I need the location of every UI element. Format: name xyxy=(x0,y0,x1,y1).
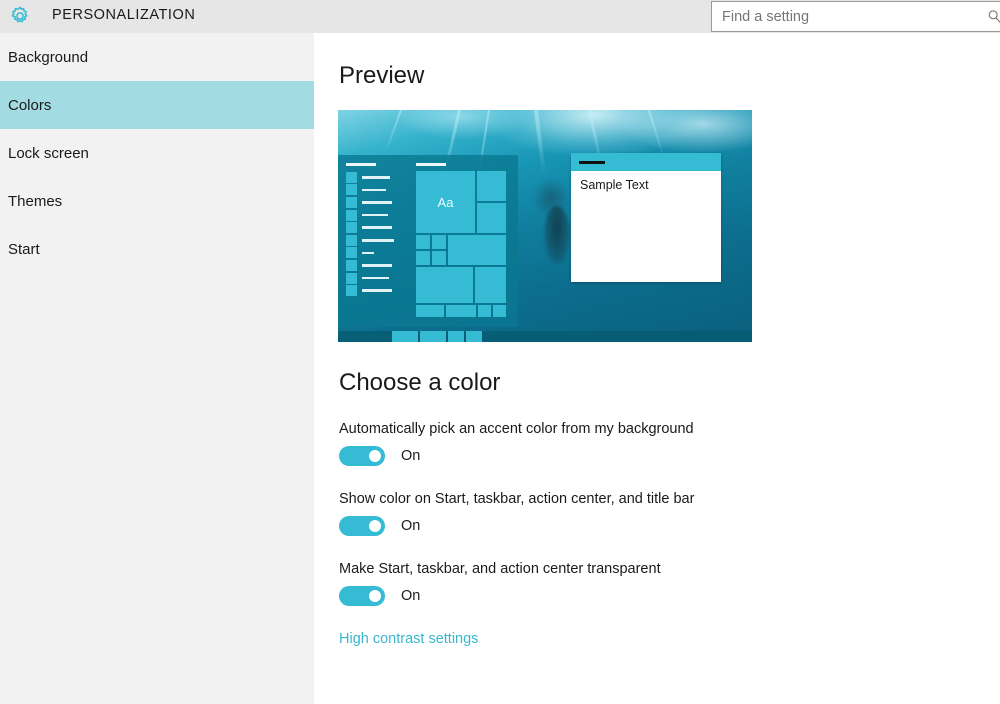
start-tile xyxy=(432,235,446,249)
app-list-item xyxy=(346,184,408,197)
sidebar-item-label: Themes xyxy=(8,192,63,210)
gear-icon xyxy=(8,4,32,28)
start-tile xyxy=(416,235,430,249)
app-list-item xyxy=(346,284,408,297)
transparency-toggle[interactable] xyxy=(339,586,385,606)
toggle-row: On xyxy=(339,586,661,606)
toggle-state-label: On xyxy=(401,448,421,464)
start-tile xyxy=(477,171,506,201)
app-list-item xyxy=(346,259,408,272)
app-list-item xyxy=(346,171,408,184)
sample-text: Sample Text xyxy=(580,178,649,192)
toggle-knob xyxy=(369,590,381,602)
page-title: PERSONALIZATION xyxy=(52,7,196,23)
toggle-knob xyxy=(369,450,381,462)
start-tile xyxy=(477,203,506,233)
sidebar-item-colors[interactable]: Colors xyxy=(0,81,314,129)
start-tile xyxy=(416,251,430,265)
app-list-item xyxy=(346,247,408,260)
toggle-knob xyxy=(369,520,381,532)
app-list-item xyxy=(346,221,408,234)
search-input[interactable] xyxy=(712,2,982,31)
preview-sample-window: Sample Text xyxy=(571,153,721,282)
start-tile xyxy=(446,305,476,317)
setting-label: Automatically pick an accent color from … xyxy=(339,421,694,437)
setting-label: Show color on Start, taskbar, action cen… xyxy=(339,491,695,507)
content-pane: Preview Aa Sample Text Choose a color Au… xyxy=(314,33,1000,704)
search-icon[interactable] xyxy=(982,9,1000,24)
toggle-row: On xyxy=(339,516,694,536)
sample-window-titlebar xyxy=(571,153,721,171)
tile-letter: Aa xyxy=(437,194,454,210)
app-list-item xyxy=(346,196,408,209)
high-contrast-settings-link[interactable]: High contrast settings xyxy=(339,631,478,647)
setting-auto-accent-color: Automatically pick an accent color from … xyxy=(339,421,694,466)
search-box[interactable] xyxy=(711,1,1000,32)
sample-window-menu-dash xyxy=(579,161,605,164)
start-tile xyxy=(416,267,473,303)
sidebar-item-label: Start xyxy=(8,240,40,258)
sidebar-item-themes[interactable]: Themes xyxy=(0,177,314,225)
choose-a-color-heading: Choose a color xyxy=(339,369,501,396)
setting-transparency: Make Start, taskbar, and action center t… xyxy=(339,561,661,606)
sample-window-body: Sample Text xyxy=(571,171,721,199)
sidebar-item-lock-screen[interactable]: Lock screen xyxy=(0,129,314,177)
sidebar-item-label: Background xyxy=(8,48,89,66)
toggle-row: On xyxy=(339,446,694,466)
start-menu-accent-bar xyxy=(346,163,376,166)
wallpaper-diver-silhouette xyxy=(544,206,570,264)
preview-start-menu: Aa xyxy=(338,155,518,327)
sidebar-item-label: Lock screen xyxy=(8,144,89,162)
start-tile xyxy=(416,305,444,317)
window-titlebar: PERSONALIZATION xyxy=(0,0,1000,33)
setting-show-color-on-surfaces: Show color on Start, taskbar, action cen… xyxy=(339,491,694,536)
auto-accent-color-toggle[interactable] xyxy=(339,446,385,466)
preview-heading: Preview xyxy=(339,62,425,89)
start-menu-app-list xyxy=(346,171,408,297)
start-tile xyxy=(448,235,506,265)
app-list-item xyxy=(346,272,408,285)
start-tile xyxy=(475,267,506,303)
sidebar-item-label: Colors xyxy=(8,96,52,114)
start-tile xyxy=(493,305,506,317)
start-tile-large: Aa xyxy=(416,171,475,233)
app-list-item xyxy=(346,209,408,222)
sidebar-item-background[interactable]: Background xyxy=(0,33,314,81)
start-tile xyxy=(478,305,491,317)
app-list-item xyxy=(346,234,408,247)
preview-taskbar xyxy=(338,331,752,342)
start-tile xyxy=(432,251,446,265)
toggle-state-label: On xyxy=(401,588,421,604)
toggle-state-label: On xyxy=(401,518,421,534)
setting-label: Make Start, taskbar, and action center t… xyxy=(339,561,661,577)
preview-monitor: Aa Sample Text xyxy=(338,110,752,342)
sidebar-item-start[interactable]: Start xyxy=(0,225,314,273)
show-color-toggle[interactable] xyxy=(339,516,385,536)
sidebar: Background Colors Lock screen Themes Sta… xyxy=(0,33,314,704)
start-tiles-accent-bar xyxy=(416,163,446,166)
